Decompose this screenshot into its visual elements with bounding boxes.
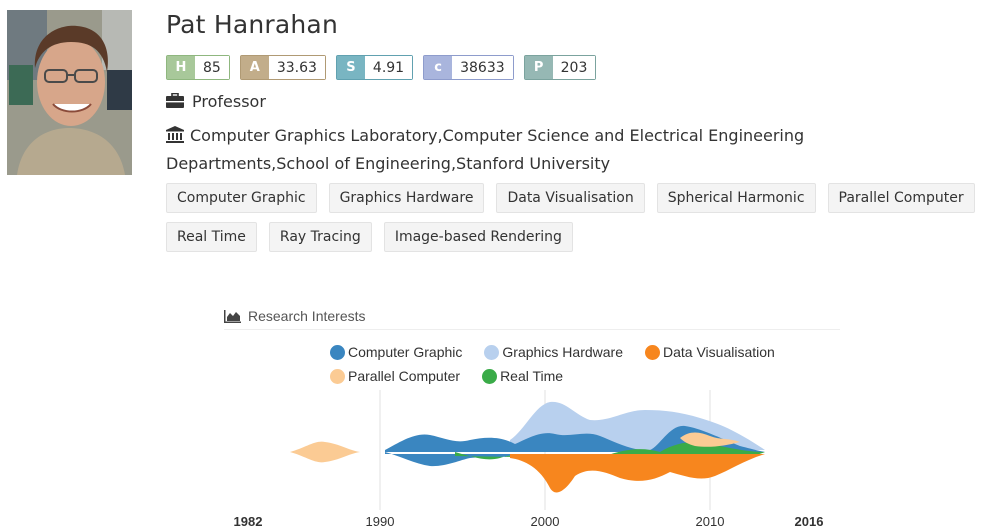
research-interests-title: Research Interests [248, 308, 366, 324]
legend-item-graphics-hardware[interactable]: Graphics Hardware [484, 344, 623, 360]
institution-icon [166, 125, 184, 151]
metric-key: c [434, 60, 442, 75]
affiliation-text: Computer Graphics Laboratory,Computer Sc… [166, 126, 805, 173]
profile-photo [7, 10, 132, 175]
position-row: Professor [166, 90, 1006, 112]
legend-dot [645, 344, 660, 360]
axis-label-2016: 2016 [795, 514, 824, 529]
profile-info: Pat Hanrahan H 85 A 33.63 S 4.91 c 38633… [166, 8, 1006, 252]
metric-value: 38633 [452, 56, 513, 79]
axis-label-2000: 2000 [531, 514, 560, 529]
metrics-row: H 85 A 33.63 S 4.91 c 38633 P 203 [166, 55, 1006, 80]
tag-spherical-harmonic[interactable]: Spherical Harmonic [656, 183, 816, 213]
axis-label-1990: 1990 [366, 514, 395, 529]
interest-tags: Computer Graphic Graphics Hardware Data … [166, 183, 1008, 252]
tag-parallel-computer[interactable]: Parallel Computer [827, 183, 975, 213]
metric-s: S 4.91 [335, 55, 414, 80]
metric-value: 85 [195, 56, 229, 79]
briefcase-icon [166, 93, 184, 109]
metric-c: c 38633 [423, 55, 514, 80]
metric-key: A [249, 60, 260, 75]
tag-real-time[interactable]: Real Time [166, 222, 257, 252]
stream-computer-graphic-lower [385, 452, 515, 467]
legend-label: Data Visualisation [663, 344, 775, 360]
metric-key: H [175, 60, 187, 75]
metric-h: H 85 [166, 55, 230, 80]
legend-dot [484, 344, 500, 360]
metric-value: 33.63 [268, 56, 325, 79]
tag-data-visualisation[interactable]: Data Visualisation [496, 183, 645, 213]
legend-label: Graphics Hardware [502, 344, 623, 360]
legend-label: Computer Graphic [348, 344, 463, 360]
axis-label-1982: 1982 [234, 514, 263, 529]
metric-key: P [533, 60, 544, 75]
research-interests-header: Research Interests [224, 308, 840, 330]
area-chart-icon [224, 310, 241, 326]
stream-data-visualisation [510, 454, 765, 493]
tag-ray-tracing[interactable]: Ray Tracing [268, 222, 372, 252]
axis-label-2010: 2010 [696, 514, 725, 529]
tag-image-based-rendering[interactable]: Image-based Rendering [383, 222, 573, 252]
legend-dot [330, 344, 345, 360]
metric-key: S [346, 60, 356, 75]
profile-name: Pat Hanrahan [166, 10, 338, 39]
legend-item-computer-graphic[interactable]: Computer Graphic [330, 344, 462, 360]
affiliation-row: Computer Graphics Laboratory,Computer Sc… [166, 123, 886, 177]
metric-value: 4.91 [364, 56, 413, 79]
metric-a: A 33.63 [239, 55, 326, 80]
metric-value: 203 [552, 56, 596, 79]
stream-parallel-computer-early [290, 441, 360, 463]
tag-graphics-hardware[interactable]: Graphics Hardware [328, 183, 485, 213]
legend-item-data-visualisation[interactable]: Data Visualisation [645, 344, 775, 360]
metric-p: P 203 [523, 55, 597, 80]
position-text: Professor [192, 91, 266, 111]
tag-computer-graphic[interactable]: Computer Graphic [166, 183, 317, 213]
research-streamgraph: 1982 1990 2000 2010 2016 [234, 390, 824, 529]
